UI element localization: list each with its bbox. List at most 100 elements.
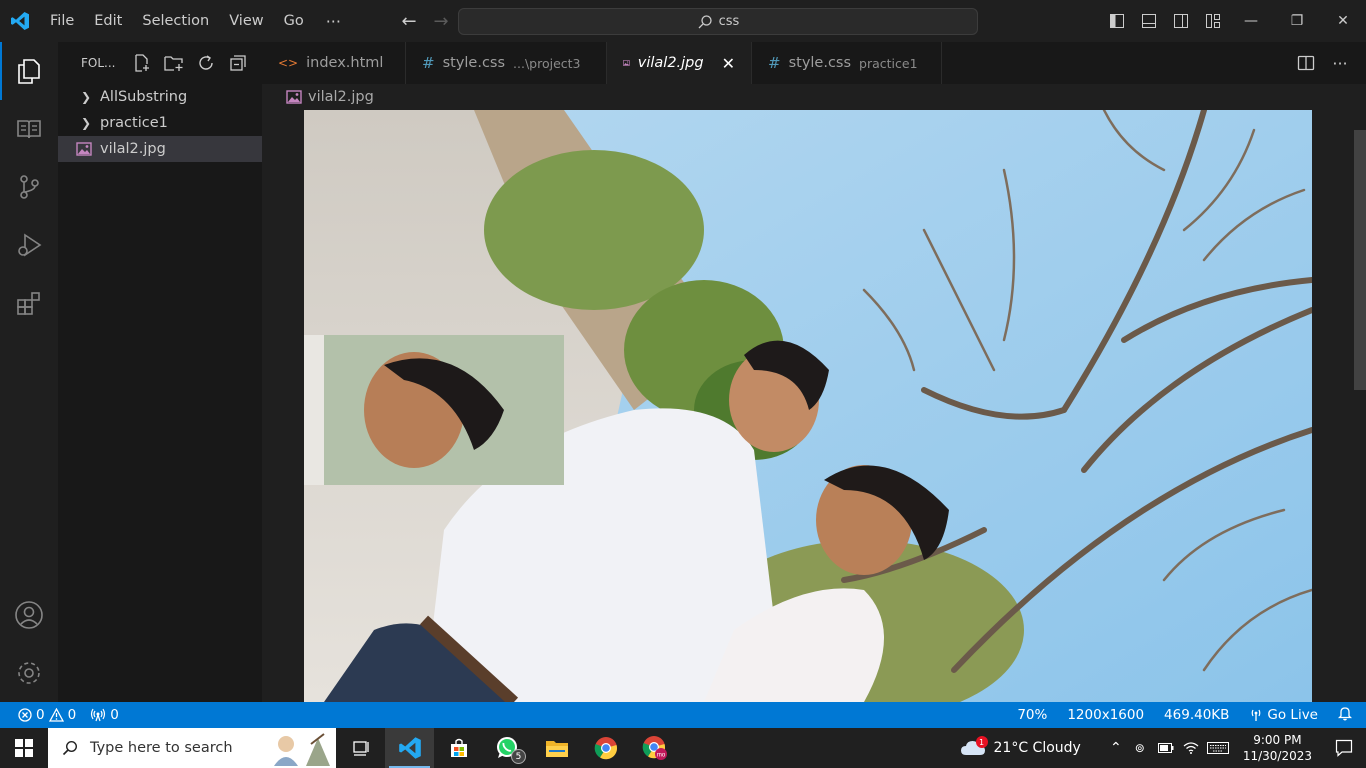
warning-count: 0 (67, 707, 77, 723)
tab-label: index.html (306, 55, 384, 71)
command-center-search[interactable]: css (458, 8, 978, 35)
taskbar-search-box[interactable]: Type here to search (48, 728, 336, 768)
search-icon (698, 14, 712, 28)
menu-go[interactable]: Go (274, 0, 314, 42)
tree-file-vilal2[interactable]: vilal2.jpg (58, 136, 262, 162)
chevron-right-icon: ❯ (80, 116, 92, 130)
explorer-sidebar: FOL... ❯ AllSubstring ❯ practice1 vilal2… (58, 42, 262, 702)
image-preview-editor (262, 110, 1366, 702)
tree-folder-practice1[interactable]: ❯ practice1 (58, 110, 262, 136)
whatsapp-badge: 5 (511, 749, 526, 764)
microsoft-store-icon[interactable] (434, 728, 483, 768)
back-arrow-icon[interactable]: ← (393, 11, 425, 32)
run-debug-icon[interactable] (0, 216, 58, 274)
menu-more-button[interactable]: ··· (314, 12, 353, 31)
image-preview[interactable] (304, 110, 1312, 702)
activity-bar (0, 42, 58, 702)
tab-description: ...\project3 (513, 55, 581, 71)
toggle-panel-icon[interactable] (1136, 8, 1162, 34)
html-icon: <> (278, 56, 299, 70)
image-file-icon (76, 142, 92, 156)
meet-now-icon[interactable]: ⊚ (1127, 741, 1153, 755)
zoom-level[interactable]: 70% (1017, 707, 1047, 723)
collapse-all-icon[interactable] (227, 52, 249, 74)
tab-index-html[interactable]: <> index.html (262, 42, 406, 84)
new-folder-icon[interactable] (163, 52, 185, 74)
clock-time: 9:00 PM (1253, 733, 1302, 747)
notifications-bell-icon[interactable] (1337, 706, 1353, 725)
image-dimensions: 1200x1600 (1067, 707, 1145, 723)
toggle-primary-sidebar-icon[interactable] (1104, 8, 1130, 34)
keyboard-icon[interactable] (1203, 742, 1233, 754)
tree-item-label: practice1 (100, 115, 168, 131)
task-view-icon[interactable] (336, 728, 385, 768)
tab-style-css-practice1[interactable]: # style.css practice1 (752, 42, 942, 84)
css-icon: # (422, 54, 435, 72)
image-icon (286, 90, 302, 104)
weather-text: 21°C Cloudy (993, 740, 1081, 756)
file-explorer-icon[interactable] (532, 728, 581, 768)
error-count: 0 (36, 707, 45, 723)
chrome-profile-icon[interactable]: mo (630, 728, 679, 768)
whatsapp-icon[interactable]: 5 (483, 728, 532, 768)
weather-widget[interactable]: 1 21°C Cloudy (960, 736, 1081, 758)
ports-count: 0 (110, 707, 119, 723)
new-file-icon[interactable] (131, 52, 153, 74)
vertical-scrollbar[interactable] (1354, 130, 1366, 390)
close-window-icon[interactable]: ✕ (1320, 0, 1366, 42)
customize-layout-icon[interactable] (1200, 8, 1226, 34)
menu-view[interactable]: View (219, 0, 273, 42)
broadcast-icon (91, 708, 106, 722)
error-icon (18, 708, 32, 722)
split-editor-icon[interactable] (1294, 51, 1318, 75)
status-bar: 0 0 0 70% 1200x1600 469.40KB Go Live (0, 702, 1366, 728)
system-clock[interactable]: 9:00 PM 11/30/2023 (1233, 732, 1322, 764)
editor-tabs: <> index.html # style.css ...\project3 v… (262, 42, 1366, 84)
chevron-right-icon: ❯ (80, 90, 92, 104)
notification-center-icon[interactable] (1322, 739, 1366, 757)
tab-style-css-project3[interactable]: # style.css ...\project3 (406, 42, 607, 84)
chrome-icon[interactable] (581, 728, 630, 768)
tab-label: style.css (442, 55, 506, 71)
menu-selection[interactable]: Selection (132, 0, 219, 42)
clock-date: 11/30/2023 (1242, 749, 1312, 763)
toggle-secondary-sidebar-icon[interactable] (1168, 8, 1194, 34)
menu-edit[interactable]: Edit (84, 0, 132, 42)
chevron-up-icon[interactable]: ⌃ (1105, 740, 1127, 756)
tab-vilal2-jpg[interactable]: vilal2.jpg ✕ (607, 42, 752, 84)
more-actions-icon[interactable]: ··· (1328, 51, 1352, 75)
extensions-icon[interactable] (0, 274, 58, 332)
search-text: css (718, 14, 740, 29)
minimize-icon[interactable]: — (1228, 0, 1274, 42)
problems-indicator[interactable]: 0 0 (18, 707, 76, 723)
ports-indicator[interactable]: 0 (90, 707, 119, 723)
windows-start-icon[interactable] (0, 728, 48, 768)
go-live-button[interactable]: Go Live (1249, 707, 1318, 723)
explorer-icon[interactable] (0, 42, 58, 100)
tree-item-label: AllSubstring (100, 89, 188, 105)
close-tab-icon[interactable]: ✕ (722, 54, 735, 73)
search-highlight-illustration-icon (266, 730, 332, 766)
source-control-icon[interactable] (0, 158, 58, 216)
explorer-header: FOL... (58, 42, 262, 84)
account-icon[interactable] (0, 586, 58, 644)
battery-icon[interactable] (1153, 743, 1179, 753)
book-icon[interactable] (0, 100, 58, 158)
taskbar-search-placeholder: Type here to search (90, 740, 233, 756)
tree-folder-allsubstring[interactable]: ❯ AllSubstring (58, 84, 262, 110)
tab-label: vilal2.jpg (637, 55, 704, 71)
menu-file[interactable]: File (40, 0, 84, 42)
settings-gear-icon[interactable] (0, 644, 58, 702)
taskbar-vscode-icon[interactable] (385, 728, 434, 768)
restore-icon[interactable]: ❐ (1274, 0, 1320, 42)
breadcrumb-file[interactable]: vilal2.jpg (308, 89, 374, 105)
css-icon: # (768, 54, 781, 72)
warning-icon (48, 708, 64, 722)
refresh-icon[interactable] (195, 52, 217, 74)
wifi-icon[interactable] (1179, 742, 1203, 754)
go-live-label: Go Live (1267, 707, 1318, 723)
explorer-title: FOL... (81, 56, 116, 70)
vscode-logo-icon[interactable] (0, 0, 40, 42)
forward-arrow-icon[interactable]: → (425, 11, 457, 32)
tab-label: style.css (788, 55, 852, 71)
